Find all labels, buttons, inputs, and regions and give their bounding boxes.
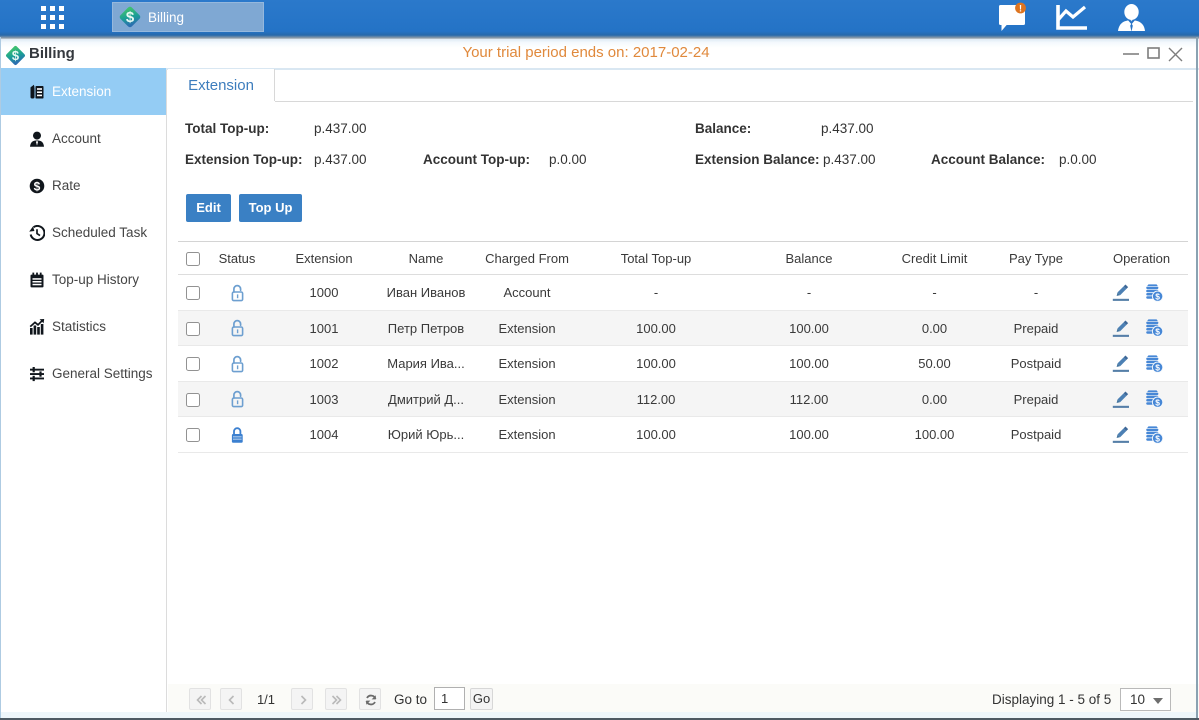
svg-text:!: !: [1019, 3, 1022, 13]
svg-text:$: $: [1155, 362, 1160, 372]
svg-text:$: $: [1155, 326, 1160, 336]
svg-text:$: $: [1155, 291, 1160, 301]
svg-text:$: $: [34, 179, 41, 193]
svg-text:$: $: [126, 9, 135, 26]
svg-text:$: $: [1155, 397, 1160, 407]
svg-text:$: $: [1155, 433, 1160, 443]
